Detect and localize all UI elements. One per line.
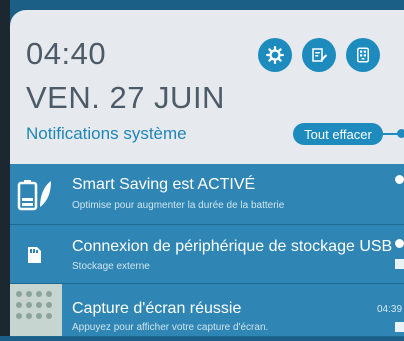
notification-dot — [395, 239, 404, 248]
notification-usb-storage[interactable]: Connexion de périphérique de stockage US… — [10, 225, 404, 284]
notification-title: Smart Saving est ACTIVÉ — [72, 176, 256, 193]
settings-icon — [266, 46, 284, 64]
left-edge — [0, 0, 10, 336]
page-title: Notifications système — [26, 124, 187, 143]
notification-screenshot[interactable]: Capture d'écran réussie Appuyez pour aff… — [10, 284, 404, 337]
clear-connector-dot — [397, 129, 404, 138]
image-icon — [395, 322, 404, 332]
screenshot-thumbnail[interactable] — [10, 284, 62, 336]
edit-note-button[interactable] — [302, 38, 336, 72]
clear-all-button[interactable]: Tout effacer — [293, 123, 383, 145]
edit-note-icon — [312, 48, 328, 62]
small-file-icon — [395, 259, 404, 269]
notification-time: 04:39 — [377, 304, 403, 315]
notification-subtitle: Stockage externe — [72, 261, 150, 272]
notification-dot — [395, 175, 404, 184]
sd-card-icon — [16, 237, 52, 273]
notification-subtitle: Appuyez pour afficher votre capture d'éc… — [72, 322, 269, 333]
notification-list: Smart Saving est ACTIVÉ Optimise pour au… — [10, 164, 404, 337]
apps-grid-icon — [357, 47, 369, 63]
apps-button[interactable] — [346, 38, 380, 72]
settings-button[interactable] — [258, 38, 292, 72]
notification-subtitle: Optimise pour augmenter la durée de la b… — [72, 200, 285, 211]
date-label: VEN. 27 JUIN — [26, 80, 225, 115]
notification-title: Connexion de périphérique de stockage US… — [72, 238, 393, 255]
notification-title: Capture d'écran réussie — [72, 300, 242, 317]
notification-smart-saving[interactable]: Smart Saving est ACTIVÉ Optimise pour au… — [10, 164, 404, 225]
clock-time: 04:40 — [26, 36, 107, 71]
notification-shade: 04:40 VEN. 27 JUIN Notifications système — [0, 0, 404, 337]
battery-leaf-icon — [16, 176, 52, 212]
